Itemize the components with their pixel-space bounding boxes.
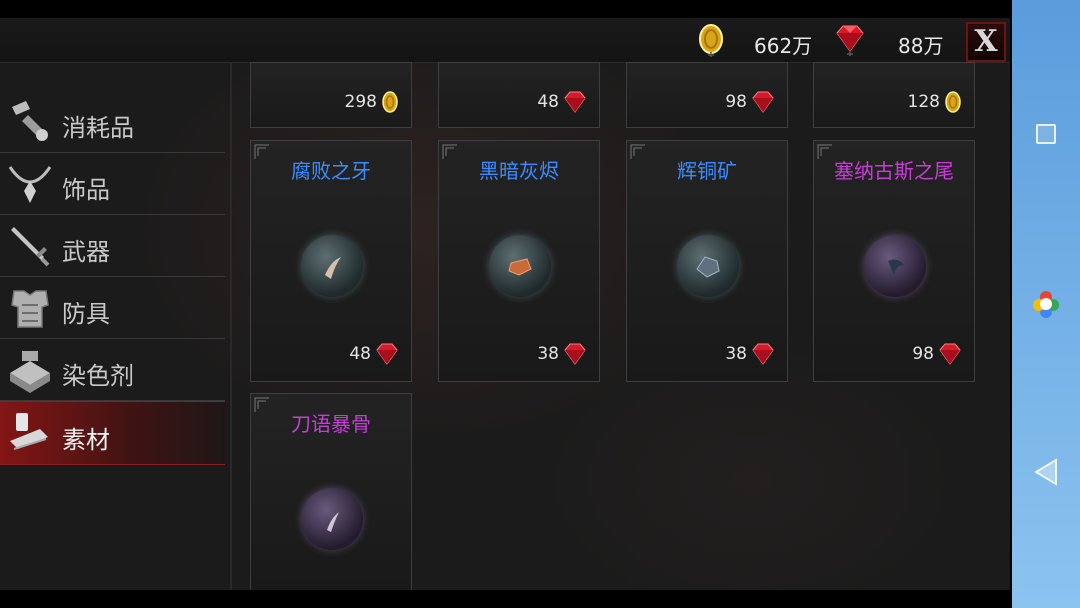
item-price: 128	[908, 91, 962, 113]
ruby-gem-icon	[832, 18, 868, 62]
android-nav-bar	[1012, 0, 1080, 608]
item-price: 48	[537, 91, 587, 113]
shop-item-card[interactable]: 刀语暴骨	[250, 393, 412, 590]
price-value: 48	[537, 92, 559, 112]
ruby-gem-icon	[939, 343, 961, 365]
price-value: 98	[912, 344, 934, 364]
ruby-gem-icon	[564, 343, 586, 365]
gold-amount: 662万	[754, 34, 813, 58]
category-armor[interactable]: 防具	[0, 276, 225, 339]
ruby-gem-icon	[564, 91, 586, 113]
letterbox-bottom	[0, 590, 1010, 608]
item-name: 刀语暴骨	[291, 412, 371, 436]
assistant-icon[interactable]	[1030, 288, 1062, 320]
ember-icon	[489, 235, 551, 297]
fang-icon	[301, 235, 363, 297]
category-label: 武器	[62, 238, 110, 266]
ruby-gem-icon	[752, 91, 774, 113]
shop-item-card[interactable]: 辉铜矿 38	[626, 140, 788, 382]
back-button[interactable]	[1034, 458, 1060, 486]
tail-icon	[864, 235, 926, 297]
gold-coin-icon	[382, 91, 398, 113]
ruby-gem-icon	[376, 343, 398, 365]
recents-button[interactable]	[1036, 124, 1056, 144]
category-label: 素材	[62, 426, 110, 454]
item-name: 黑暗灰烬	[479, 159, 559, 183]
letterbox-top	[0, 0, 1010, 18]
category-sidebar: 消耗品 饰品 武器 防具 染色剂 素材	[0, 90, 225, 480]
category-weapons[interactable]: 武器	[0, 214, 225, 277]
item-price: 98	[725, 91, 775, 113]
bone-icon	[301, 488, 363, 550]
shop-item-card[interactable]: 128	[813, 62, 975, 128]
item-price: 38	[537, 343, 587, 365]
game-shop-screen: 662万 88万 X 消耗品 饰品 武器 防具 染色剂 素材 298 48 98…	[0, 0, 1010, 608]
item-price: 38	[725, 343, 775, 365]
price-value: 38	[537, 344, 559, 364]
price-value: 48	[349, 344, 371, 364]
gem-amount: 88万	[898, 34, 944, 58]
category-label: 染色剂	[62, 362, 134, 390]
close-button[interactable]: X	[966, 22, 1006, 62]
item-name: 辉铜矿	[677, 159, 737, 183]
necklace-icon	[8, 166, 52, 203]
category-materials[interactable]: 素材	[0, 401, 225, 465]
currency-bar: 662万 88万	[0, 18, 1010, 63]
sword-icon	[11, 227, 50, 267]
category-consumables[interactable]: 消耗品	[0, 90, 225, 153]
ore-icon	[677, 235, 739, 297]
gold-coin-icon	[693, 18, 729, 62]
dye-pot-icon	[10, 351, 50, 393]
item-price: 298	[345, 91, 399, 113]
shop-item-card[interactable]: 48	[438, 62, 600, 128]
potion-scroll-icon	[12, 101, 48, 141]
category-accessories[interactable]: 饰品	[0, 152, 225, 215]
item-price: 98	[912, 343, 962, 365]
shop-item-card[interactable]: 腐败之牙 48	[250, 140, 412, 382]
price-value: 298	[344, 92, 377, 112]
shop-item-card[interactable]: 298	[250, 62, 412, 128]
sidebar-divider	[230, 62, 232, 590]
shop-item-card[interactable]: 黑暗灰烬 38	[438, 140, 600, 382]
item-price: 48	[349, 343, 399, 365]
shop-item-card[interactable]: 塞纳古斯之尾 98	[813, 140, 975, 382]
category-dyes[interactable]: 染色剂	[0, 338, 225, 401]
shop-item-card[interactable]: 98	[626, 62, 788, 128]
item-name: 塞纳古斯之尾	[834, 159, 954, 183]
category-label: 饰品	[62, 176, 110, 204]
category-label: 消耗品	[62, 114, 134, 142]
ruby-gem-icon	[752, 343, 774, 365]
material-bundle-icon	[10, 413, 48, 450]
price-value: 128	[907, 92, 940, 112]
armor-icon	[11, 290, 49, 328]
category-label: 防具	[62, 300, 110, 328]
item-name: 腐败之牙	[291, 159, 371, 183]
price-value: 98	[725, 92, 747, 112]
gold-coin-icon	[945, 91, 961, 113]
price-value: 38	[725, 344, 747, 364]
